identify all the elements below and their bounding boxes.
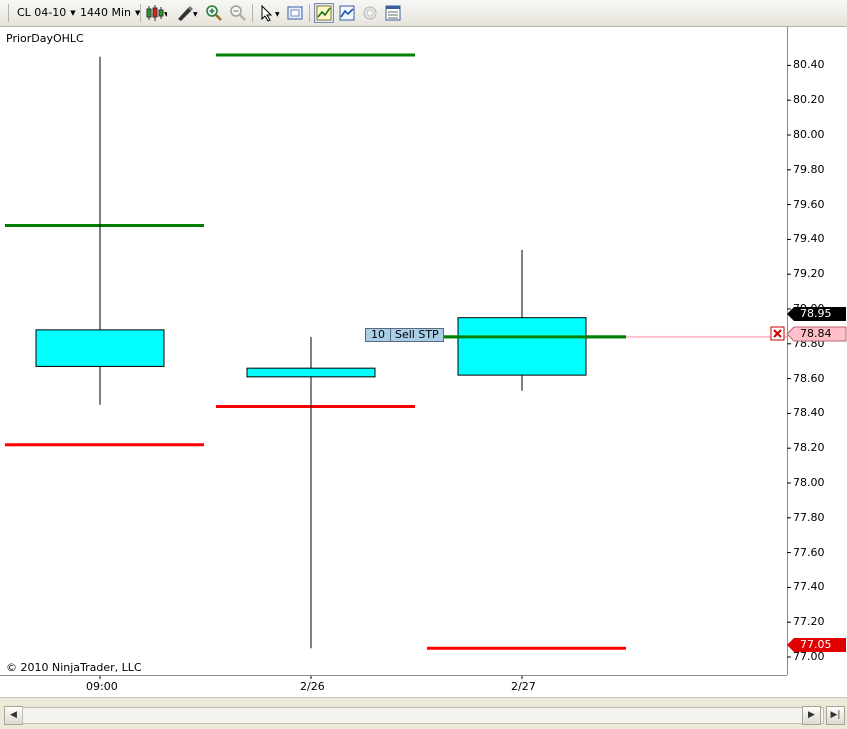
y-tick-label: 77.40 bbox=[793, 580, 825, 594]
sell-stop-order[interactable]: 10 Sell STP bbox=[365, 328, 444, 342]
x-axis-line bbox=[0, 675, 787, 676]
cancel-order-icon[interactable] bbox=[770, 326, 786, 341]
scroll-right-button[interactable]: ▶ bbox=[802, 706, 821, 725]
indicator-label: PriorDayOHLC bbox=[6, 32, 84, 45]
y-tick-label: 79.20 bbox=[793, 267, 825, 281]
last-price-marker: 78.95 bbox=[800, 307, 832, 320]
y-tick-label: 79.60 bbox=[793, 197, 825, 211]
y-tick-label: 80.40 bbox=[793, 58, 825, 72]
scroll-left-button[interactable]: ◀ bbox=[4, 706, 23, 725]
y-tick-label: 77.60 bbox=[793, 545, 825, 559]
y-tick-label: 78.20 bbox=[793, 441, 825, 455]
copyright-text: © 2010 NinjaTrader, LLC bbox=[6, 661, 142, 674]
horizontal-scrollbar[interactable]: ◀ ▶ ▶| bbox=[0, 697, 847, 729]
stop-price-marker[interactable]: 78.84 bbox=[796, 327, 835, 341]
x-tick-label: 09:00 bbox=[86, 680, 118, 693]
candle-body bbox=[246, 367, 376, 378]
y-tick-label: 79.80 bbox=[793, 162, 825, 176]
low-price-marker: 77.05 bbox=[800, 638, 832, 651]
candle-body bbox=[35, 329, 165, 367]
scroll-track[interactable] bbox=[22, 707, 824, 724]
x-tick-label: 2/26 bbox=[300, 680, 325, 693]
candle-body bbox=[457, 317, 587, 376]
y-tick-label: 77.80 bbox=[793, 510, 825, 524]
y-tick-label: 78.40 bbox=[793, 406, 825, 420]
scroll-end-button[interactable]: ▶| bbox=[826, 706, 845, 725]
candlestick-chart bbox=[5, 53, 791, 679]
y-tick-label: 80.00 bbox=[793, 128, 825, 141]
y-tick-label: 79.40 bbox=[793, 232, 825, 246]
y-tick-label: 78.00 bbox=[793, 476, 825, 489]
order-quantity[interactable]: 10 bbox=[365, 328, 390, 342]
y-tick-label: 77.20 bbox=[793, 615, 825, 629]
x-tick-label: 2/27 bbox=[511, 680, 536, 693]
y-tick-label: 78.60 bbox=[793, 371, 825, 385]
y-tick-label: 80.20 bbox=[793, 93, 825, 107]
order-type[interactable]: Sell STP bbox=[390, 328, 444, 342]
